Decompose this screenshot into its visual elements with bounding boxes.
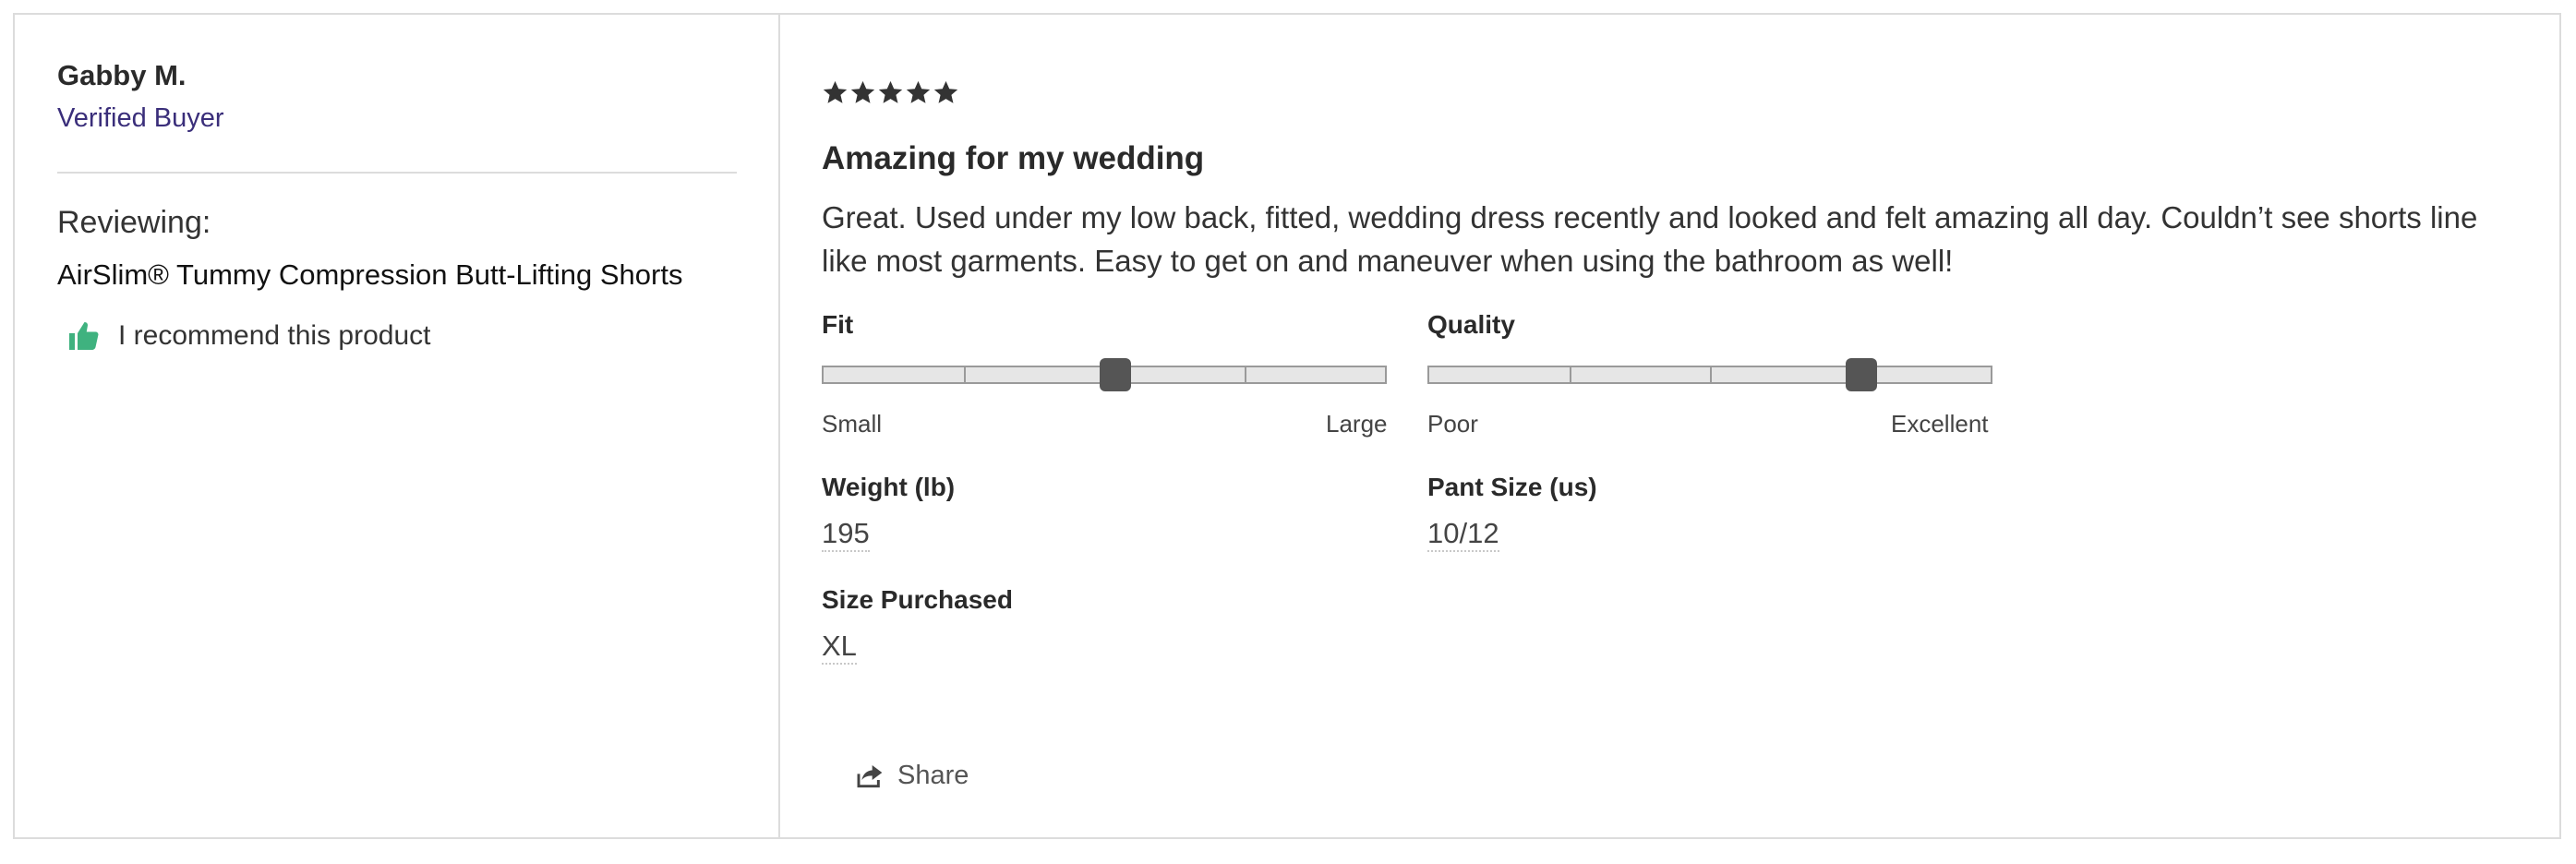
left-divider: [57, 172, 737, 174]
recommend-text: I recommend this product: [118, 320, 431, 351]
size-purchased-value: XL: [822, 630, 857, 665]
fit-slider-handle: [1100, 358, 1131, 391]
fit-label: Fit: [822, 310, 854, 339]
review-body: Great. Used under my low back, fitted, w…: [822, 200, 2478, 278]
slider-tick: [1245, 367, 1246, 382]
share-button[interactable]: Share: [855, 761, 969, 791]
column-divider: [778, 15, 780, 837]
size-purchased-label: Size Purchased: [822, 585, 1013, 614]
weight-value: 195: [822, 517, 870, 552]
share-label: Share: [897, 761, 969, 790]
product-name: AirSlim® Tummy Compression Butt-Lifting …: [57, 258, 683, 291]
quality-slider: [1427, 358, 1992, 391]
star-icon: [823, 80, 848, 103]
fit-slider: [822, 358, 1387, 391]
quality-label: Quality: [1427, 310, 1515, 339]
pant-size-value: 10/12: [1427, 517, 1499, 552]
fit-max-label: Large: [1326, 410, 1388, 438]
slider-tick: [964, 367, 966, 382]
recommend-line: I recommend this product: [66, 319, 430, 353]
star-rating: [822, 79, 959, 106]
review-title: Amazing for my wedding: [822, 140, 1205, 176]
star-icon: [933, 80, 958, 103]
weight-label: Weight (lb): [822, 473, 956, 501]
fit-min-label: Small: [822, 410, 883, 438]
star-icon: [906, 80, 931, 103]
slider-tick: [1570, 367, 1571, 382]
thumbs-up-icon: [66, 319, 100, 353]
quality-slider-handle: [1846, 358, 1877, 391]
star-icon: [850, 80, 875, 103]
star-icon: [878, 80, 903, 103]
pant-size-label: Pant Size (us): [1427, 473, 1597, 501]
reviewer-name: Gabby M.: [57, 59, 187, 91]
reviewing-label: Reviewing:: [57, 205, 211, 240]
slider-tick: [1710, 367, 1712, 382]
quality-max-label: Excellent: [1891, 410, 1989, 438]
quality-min-label: Poor: [1427, 410, 1478, 438]
verified-buyer-badge: Verified Buyer: [57, 103, 224, 133]
review-card: Gabby M. Verified Buyer Reviewing: AirSl…: [13, 13, 2561, 839]
share-icon: [855, 763, 885, 789]
